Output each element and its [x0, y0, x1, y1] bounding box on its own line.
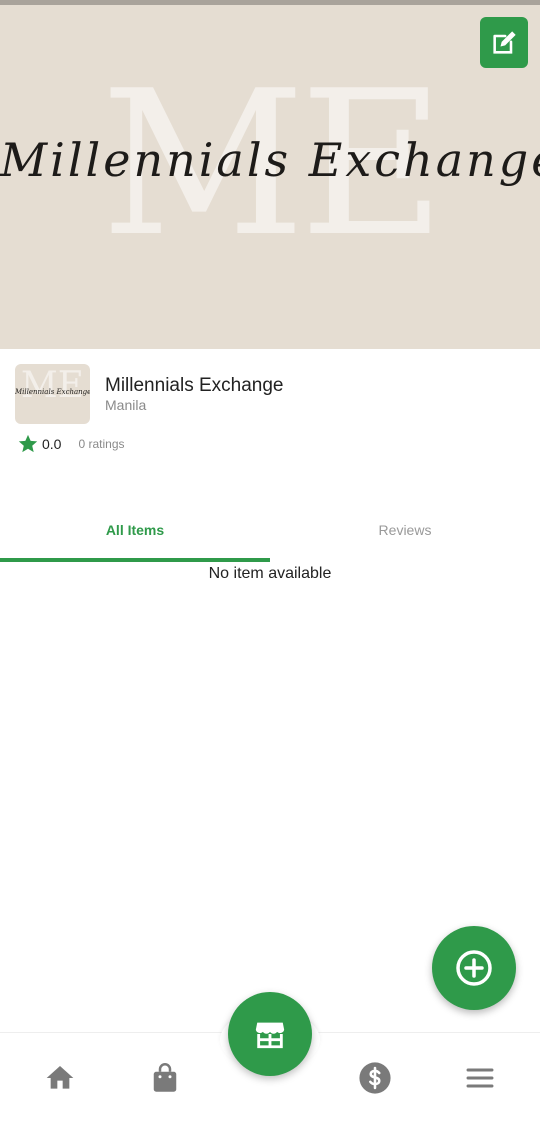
rating-count: 0 ratings: [78, 437, 125, 451]
home-icon: [46, 1066, 74, 1089]
shop-info: ME Millennials Exchange Millennials Exch…: [0, 349, 540, 469]
nav-home[interactable]: [40, 1058, 80, 1098]
store-icon: [255, 1022, 285, 1049]
empty-state-message: No item available: [208, 565, 332, 582]
tab-reviews[interactable]: Reviews: [270, 500, 540, 560]
edit-square-icon: [493, 30, 516, 54]
nav-store-button[interactable]: [228, 992, 312, 1076]
add-item-button[interactable]: [432, 926, 516, 1010]
dollar-circle-icon: [359, 1062, 391, 1094]
edit-banner-button[interactable]: [480, 17, 528, 68]
nav-shopping[interactable]: [145, 1058, 185, 1098]
nav-earnings[interactable]: [355, 1058, 395, 1098]
tab-bar: All Items Reviews: [0, 500, 540, 563]
shop-name: Millennials Exchange: [105, 375, 284, 396]
star-icon: [18, 434, 38, 453]
tab-all-items[interactable]: All Items: [0, 500, 270, 560]
banner-script-text: Millennials Exchange: [0, 133, 540, 187]
shop-location: Manila: [105, 397, 147, 413]
avatar-script-text: Millennials Exchange: [15, 388, 90, 396]
tab-active-indicator: [0, 558, 270, 562]
avatar-monogram: ME: [20, 365, 85, 406]
shop-banner: ME Millennials Exchange: [0, 5, 540, 349]
shopping-bag-icon: [153, 1063, 177, 1092]
nav-menu[interactable]: [460, 1058, 500, 1098]
add-circle-icon: [456, 950, 492, 986]
rating-row: 0.0 0 ratings: [17, 433, 125, 455]
shop-avatar[interactable]: ME Millennials Exchange: [15, 364, 90, 424]
menu-icon: [466, 1068, 494, 1088]
rating-value: 0.0: [42, 436, 62, 452]
